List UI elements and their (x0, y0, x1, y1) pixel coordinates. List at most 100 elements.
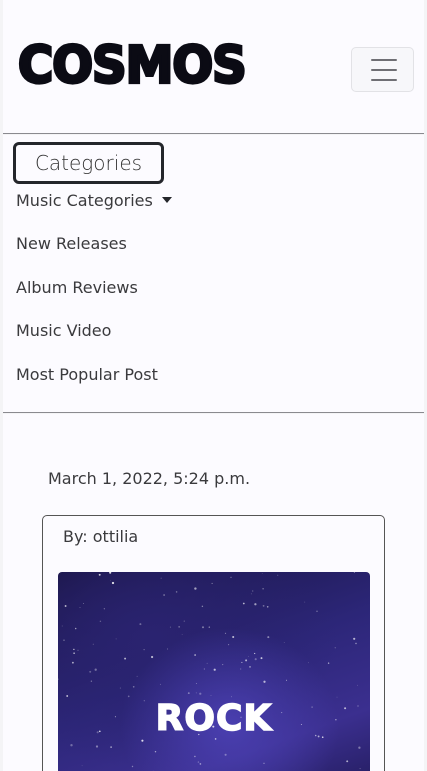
nav-link-album-reviews[interactable]: Album Reviews (16, 278, 138, 297)
nav-link-music-video[interactable]: Music Video (16, 321, 111, 340)
star (73, 648, 75, 651)
star (254, 652, 256, 655)
star (199, 763, 202, 765)
post-timestamp: March 1, 2022, 5:24 p.m. (48, 469, 251, 488)
star (211, 582, 213, 584)
star (141, 739, 144, 742)
star (159, 683, 161, 685)
star (83, 603, 84, 605)
star (249, 666, 251, 668)
star (167, 648, 169, 650)
star (195, 692, 197, 694)
star (222, 664, 224, 666)
star (224, 753, 227, 756)
star (250, 593, 252, 595)
hamburger-icon (371, 59, 397, 81)
star (240, 668, 242, 670)
star (110, 746, 112, 748)
menu-toggle-button[interactable] (351, 47, 414, 92)
star (202, 626, 204, 629)
star (63, 639, 65, 642)
star (355, 642, 357, 645)
star (64, 605, 67, 607)
star (359, 768, 361, 770)
star (132, 685, 135, 688)
star (201, 605, 204, 608)
star (181, 634, 183, 635)
star (127, 695, 130, 698)
star (163, 594, 166, 596)
star (92, 643, 94, 645)
star (131, 765, 134, 768)
nav-link-most-popular-post[interactable]: Most Popular Post (16, 365, 158, 384)
star (263, 680, 266, 683)
post-feed: March 1, 2022, 5:24 p.m. By: ottilia ROC… (3, 414, 424, 771)
star (260, 657, 263, 660)
post-image-label: ROCK (155, 697, 273, 740)
star (203, 668, 206, 670)
star (194, 587, 197, 590)
nav-link-new-releases[interactable]: New Releases (16, 234, 127, 253)
star (261, 573, 263, 575)
star (79, 607, 81, 608)
star (169, 626, 171, 628)
star (195, 683, 197, 684)
star (308, 662, 309, 664)
star (228, 644, 230, 646)
post-cover-image[interactable]: ROCK (58, 572, 370, 771)
star (358, 746, 361, 749)
star (99, 620, 102, 623)
star (194, 654, 196, 656)
star (346, 760, 349, 763)
star (103, 608, 105, 610)
star (334, 647, 336, 649)
star (178, 626, 180, 628)
star (109, 572, 112, 574)
star (353, 637, 356, 640)
categories-panel: Categories Music Categories New Releases… (3, 135, 424, 413)
star (89, 670, 92, 673)
star (210, 695, 212, 696)
star (254, 658, 257, 661)
navbar: COSMOS (3, 0, 424, 134)
star (98, 573, 101, 576)
star (115, 638, 117, 640)
star (66, 695, 69, 697)
star (254, 603, 257, 606)
star (232, 635, 235, 639)
star (262, 588, 264, 590)
star (160, 577, 162, 579)
star (61, 625, 63, 627)
star (304, 601, 306, 603)
post-card[interactable]: By: ottilia ROCK (42, 515, 385, 771)
star (194, 755, 196, 758)
music-categories-dropdown[interactable]: Music Categories (16, 191, 172, 210)
star (224, 632, 227, 635)
star (277, 574, 279, 576)
caret-down-icon (161, 197, 172, 203)
star (95, 745, 99, 748)
post-author: By: ottilia (63, 527, 139, 546)
star (357, 684, 358, 686)
star (94, 668, 97, 671)
star (74, 627, 77, 630)
star (199, 692, 202, 695)
star (81, 765, 83, 767)
star (150, 655, 154, 659)
star (285, 679, 288, 681)
categories-heading: Categories (13, 142, 164, 184)
brand-logo[interactable]: COSMOS (17, 28, 249, 104)
star (77, 649, 79, 651)
music-categories-label: Music Categories (16, 191, 153, 210)
star (263, 762, 265, 764)
star (71, 661, 74, 664)
star (124, 657, 127, 660)
star (58, 678, 59, 680)
star (245, 659, 248, 662)
star (327, 662, 330, 664)
star (316, 610, 318, 612)
star (154, 750, 157, 753)
star (90, 680, 93, 682)
page: COSMOS Categories Music Categories New R… (0, 0, 427, 771)
star (283, 642, 285, 643)
